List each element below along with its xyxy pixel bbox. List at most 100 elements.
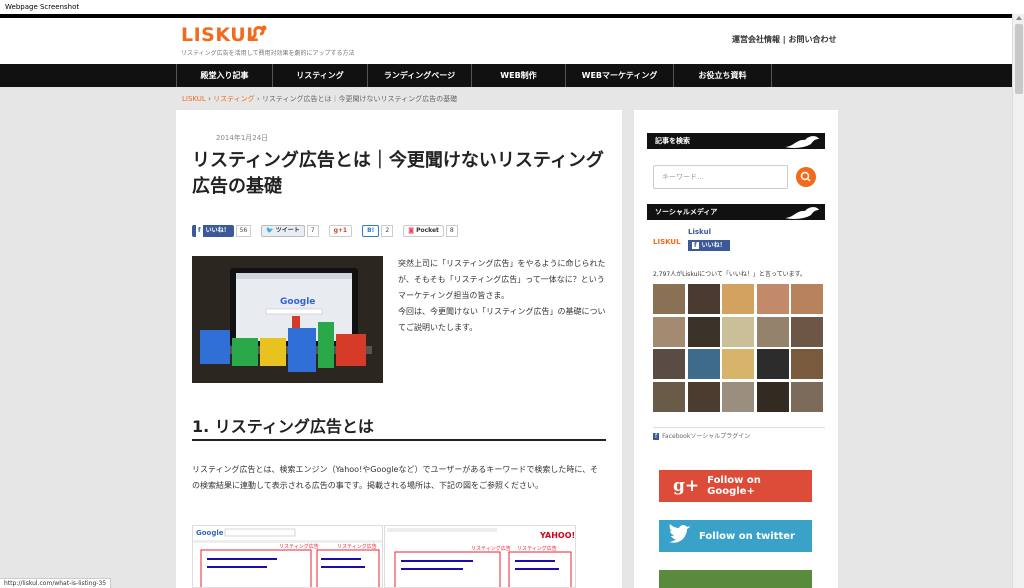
serp-listing-label: リスティング広告 (337, 544, 377, 550)
svg-text:YAHOO!: YAHOO! (539, 531, 575, 540)
logo-swirl-icon (247, 25, 267, 40)
fan-avatar[interactable] (653, 284, 685, 314)
fan-avatar[interactable] (687, 316, 720, 347)
fan-avatar[interactable] (653, 349, 685, 379)
google-serp-screenshot: Google リスティング広告 リスティング広告 (192, 525, 383, 588)
breadcrumb-current: リスティング広告とは｜今更聞けないリスティング広告の基礎 (261, 95, 458, 103)
fb-fan-faces (653, 284, 825, 412)
article-main: 2014年1月24日 リスティング広告とは｜今更聞けないリスティング広告の基礎 … (176, 110, 622, 588)
fan-avatar[interactable] (722, 381, 754, 412)
facebook-like-button[interactable]: f いいね！ (192, 225, 234, 237)
fb-like-label: いいね！ (701, 242, 726, 249)
search-button[interactable] (796, 167, 816, 187)
follow-twitter-label: Follow on twitter (699, 530, 795, 542)
fan-avatar[interactable] (791, 316, 823, 347)
nav-item-listing[interactable]: リスティング (272, 64, 367, 87)
follow-google-plus-label: Follow on Google+ (707, 475, 761, 497)
article-title: リスティング広告とは｜今更聞けないリスティング広告の基礎 (192, 150, 604, 197)
google-plus-icon: g+ (673, 476, 700, 496)
fan-avatar[interactable] (756, 284, 789, 314)
svg-text:Google: Google (280, 297, 315, 307)
nav-item-featured[interactable]: 殿堂入り記事 (176, 64, 272, 87)
sidebar-search-heading: 記事を検索 (647, 133, 825, 149)
fan-avatar[interactable] (653, 381, 685, 412)
svg-text:Google: Google (196, 529, 224, 537)
follow-google-plus-button[interactable]: g+ Follow on Google+ (659, 470, 812, 502)
follow-twitter-button[interactable]: Follow on twitter (659, 520, 812, 552)
serp-listing-label: リスティング広告 (517, 546, 557, 552)
google-plus-button[interactable]: g+1 (328, 225, 353, 237)
bird-icon (785, 136, 819, 148)
breadcrumb-sep: › (254, 95, 262, 103)
window-title: Webpage Screenshot (0, 0, 1024, 14)
section-heading: 1. リスティング広告とは (192, 413, 606, 441)
fan-avatar[interactable] (687, 284, 720, 314)
follow-feed-button-partial[interactable] (659, 570, 812, 588)
fan-avatar[interactable] (756, 316, 789, 347)
nav-item-web-marketing[interactable]: WEBマーケティング (565, 64, 673, 87)
site-header: LISKUL リスティング広告を活用して費用対効果を劇的にアップする方法 運営会… (0, 18, 1012, 64)
like-label: いいね！ (205, 227, 230, 234)
liskul-small-logo[interactable]: LISKUL (653, 238, 681, 246)
fan-avatar[interactable] (653, 316, 685, 347)
fan-avatar[interactable] (791, 284, 823, 314)
fan-avatar[interactable] (791, 349, 823, 379)
article-body: リスティング広告とは、検索エンジン（Yahoo!やGoogleなど）でユーザーが… (192, 465, 599, 490)
tweet-count: 7 (306, 225, 319, 237)
main-nav: 殿堂入り記事 リスティング ランディングページ WEB制作 WEBマーケティング… (0, 64, 1012, 87)
facebook-icon: f (692, 242, 699, 249)
fb-social-plugin-footer[interactable]: f Facebookソーシャルプラグイン (653, 427, 825, 440)
sidebar: 記事を検索 キーワード... ソーシャルメディア LISKUL Liskul f… (634, 110, 838, 588)
scroll-up-icon[interactable] (1016, 16, 1022, 20)
twitter-icon: 🐦 (266, 227, 274, 234)
search-input[interactable]: キーワード... (653, 165, 788, 189)
fan-avatar[interactable] (791, 381, 823, 412)
yahoo-serp-screenshot: YAHOO! リスティング広告 リスティング広告 (384, 525, 576, 588)
status-url: http://liskul.com/what-is-listing-35 (0, 578, 112, 588)
pocket-button[interactable]: ◙ Pocket (403, 225, 444, 237)
serp-listing-label: リスティング広告 (471, 546, 511, 552)
twitter-bird-icon (669, 524, 690, 543)
pocket-icon: ◙ (408, 227, 415, 234)
fan-avatar[interactable] (687, 349, 720, 379)
hero-image-google-lego: Google (192, 256, 383, 383)
social-share-bar: f いいね！ 56 🐦 ツイート 7 g+1 B! 2 ◙ Pocket 8 (192, 225, 468, 237)
fan-avatar[interactable] (756, 349, 789, 379)
site-tagline: リスティング広告を活用して費用対効果を劇的にアップする方法 (181, 50, 355, 57)
fb-page-like-button[interactable]: f いいね！ (688, 240, 730, 251)
sidebar-social-heading: ソーシャルメディア (647, 204, 825, 220)
header-links[interactable]: 運営会社情報 | お問い合わせ (732, 34, 837, 45)
search-heading-label: 記事を検索 (655, 137, 690, 145)
breadcrumb: LISKUL › リスティング › リスティング広告とは｜今更聞けないリスティン… (182, 94, 457, 104)
fb-like-count-text: 2,797人がLiskulについて「いいね！」と言っています。 (653, 271, 806, 278)
bird-icon (785, 207, 819, 219)
hatena-bookmark-button[interactable]: B! (362, 225, 380, 237)
fan-avatar[interactable] (722, 349, 754, 379)
nav-item-resources[interactable]: お役立ち資料 (673, 64, 772, 87)
breadcrumb-category[interactable]: リスティング (213, 95, 255, 103)
facebook-icon: f (653, 433, 660, 440)
fan-avatar[interactable] (756, 381, 789, 412)
scrollbar[interactable] (1012, 14, 1024, 588)
search-icon (800, 171, 811, 182)
breadcrumb-home[interactable]: LISKUL (182, 95, 206, 103)
facebook-icon: f (196, 225, 203, 237)
hatena-count: 2 (381, 225, 394, 237)
article-date: 2014年1月24日 (216, 134, 269, 142)
fan-avatar[interactable] (687, 381, 720, 412)
social-heading-label: ソーシャルメディア (655, 208, 718, 216)
nav-item-landing-page[interactable]: ランディングページ (367, 64, 471, 87)
nav-item-web-production[interactable]: WEB制作 (471, 64, 565, 87)
fan-avatar[interactable] (722, 316, 754, 347)
tweet-label: ツイート (275, 227, 300, 234)
breadcrumb-sep: › (205, 95, 214, 103)
article-intro: 突然上司に「リスティング広告」をやるように命じられたが、そもそも「リスティング広… (398, 259, 606, 332)
scroll-thumb[interactable] (1015, 24, 1023, 94)
pocket-count: 8 (445, 225, 458, 237)
fb-plugin-label: Facebookソーシャルプラグイン (662, 433, 751, 440)
pocket-label: Pocket (416, 227, 439, 234)
serp-listing-label: リスティング広告 (279, 544, 319, 550)
fan-avatar[interactable] (722, 284, 754, 314)
fb-page-name[interactable]: Liskul (688, 228, 711, 236)
tweet-button[interactable]: 🐦 ツイート (261, 225, 305, 237)
